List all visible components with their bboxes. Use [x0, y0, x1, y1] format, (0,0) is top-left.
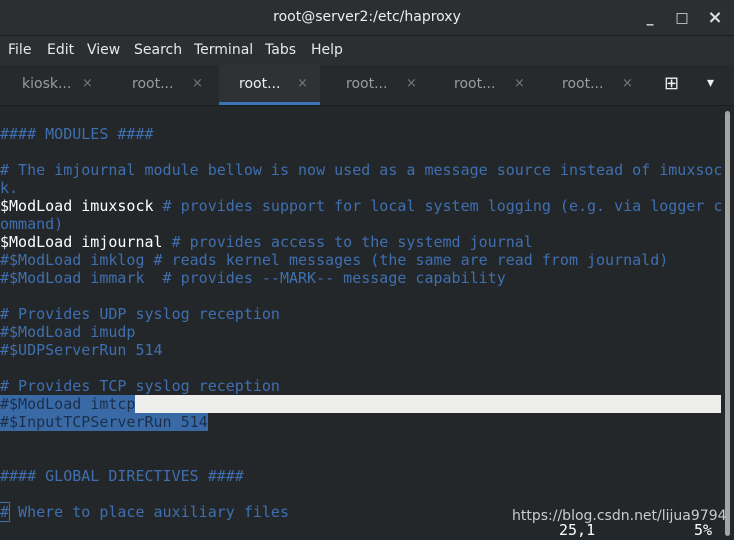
menu-bar: File Edit View Search Terminal Tabs Help	[0, 36, 734, 65]
selected-line: #$ModLoad imtcp	[0, 395, 722, 413]
scrollbar[interactable]	[725, 111, 730, 536]
maximize-button[interactable]: □	[672, 8, 692, 28]
terminal-line: # Provides UDP syslog reception	[0, 305, 280, 323]
terminal-line: # The imjournal module bellow is now use…	[0, 161, 723, 179]
terminal-content[interactable]: #### MODULES #### # The imjournal module…	[0, 107, 722, 540]
tab-label: kiosk...	[22, 76, 72, 92]
menu-file[interactable]: File	[8, 42, 31, 58]
cursor: #	[0, 502, 11, 522]
terminal-line: $ModLoad imjournal # provides access to …	[0, 233, 533, 251]
close-tab-icon[interactable]: ×	[82, 76, 93, 91]
tab-label: root...	[346, 76, 388, 92]
close-button[interactable]: ×	[705, 8, 725, 28]
tab-5[interactable]: root... ×	[432, 65, 539, 105]
terminal-line: #$UDPServerRun 514	[0, 341, 163, 359]
close-tab-icon[interactable]: ×	[622, 76, 633, 91]
selected-line: #$InputTCPServerRun 514	[0, 413, 208, 431]
terminal-line: k.	[0, 179, 19, 197]
tab-label: root...	[562, 76, 604, 92]
terminal-line: # Provides TCP syslog reception	[0, 377, 280, 395]
menu-edit[interactable]: Edit	[47, 42, 74, 58]
window-title: root@server2:/etc/haproxy	[273, 9, 461, 25]
terminal-line: ommand)	[0, 215, 64, 233]
terminal-line: #### GLOBAL DIRECTIVES ####	[0, 467, 244, 485]
menu-tabs[interactable]: Tabs	[265, 42, 296, 58]
tab-label: root...	[239, 76, 281, 92]
close-tab-icon[interactable]: ×	[297, 76, 308, 91]
terminal-line: #$ModLoad immark # provides --MARK-- mes…	[0, 269, 506, 287]
tab-label: root...	[132, 76, 174, 92]
minimize-button[interactable]: _	[640, 8, 660, 28]
close-tab-icon[interactable]: ×	[192, 76, 203, 91]
tab-2[interactable]: root... ×	[110, 65, 217, 105]
terminal-line: $ModLoad imuxsock # provides support for…	[0, 197, 723, 215]
close-tab-icon[interactable]: ×	[514, 76, 525, 91]
menu-terminal[interactable]: Terminal	[194, 42, 253, 58]
tab-3[interactable]: root... ×	[219, 65, 320, 105]
menu-search[interactable]: Search	[134, 42, 182, 58]
tab-label: root...	[454, 76, 496, 92]
tab-4[interactable]: root... ×	[324, 65, 431, 105]
tab-6[interactable]: root... ×	[540, 65, 647, 105]
menu-view[interactable]: View	[87, 42, 120, 58]
new-tab-icon[interactable]: ⊞	[664, 73, 679, 94]
terminal-line: #$ModLoad imudp	[0, 323, 136, 341]
watermark: https://blog.csdn.net/lijua9794	[512, 508, 727, 524]
close-tab-icon[interactable]: ×	[406, 76, 417, 91]
terminal-line: #### MODULES ####	[0, 125, 154, 143]
tab-bar: kiosk... × root... × root... × root... × roo…	[0, 65, 734, 106]
title-bar: root@server2:/etc/haproxy _ □ ×	[0, 0, 734, 36]
menu-help[interactable]: Help	[311, 42, 343, 58]
tab-1[interactable]: kiosk... ×	[0, 65, 107, 105]
terminal-line: #$ModLoad imklog # reads kernel messages…	[0, 251, 669, 269]
tab-menu-icon[interactable]: ▾	[707, 75, 714, 91]
